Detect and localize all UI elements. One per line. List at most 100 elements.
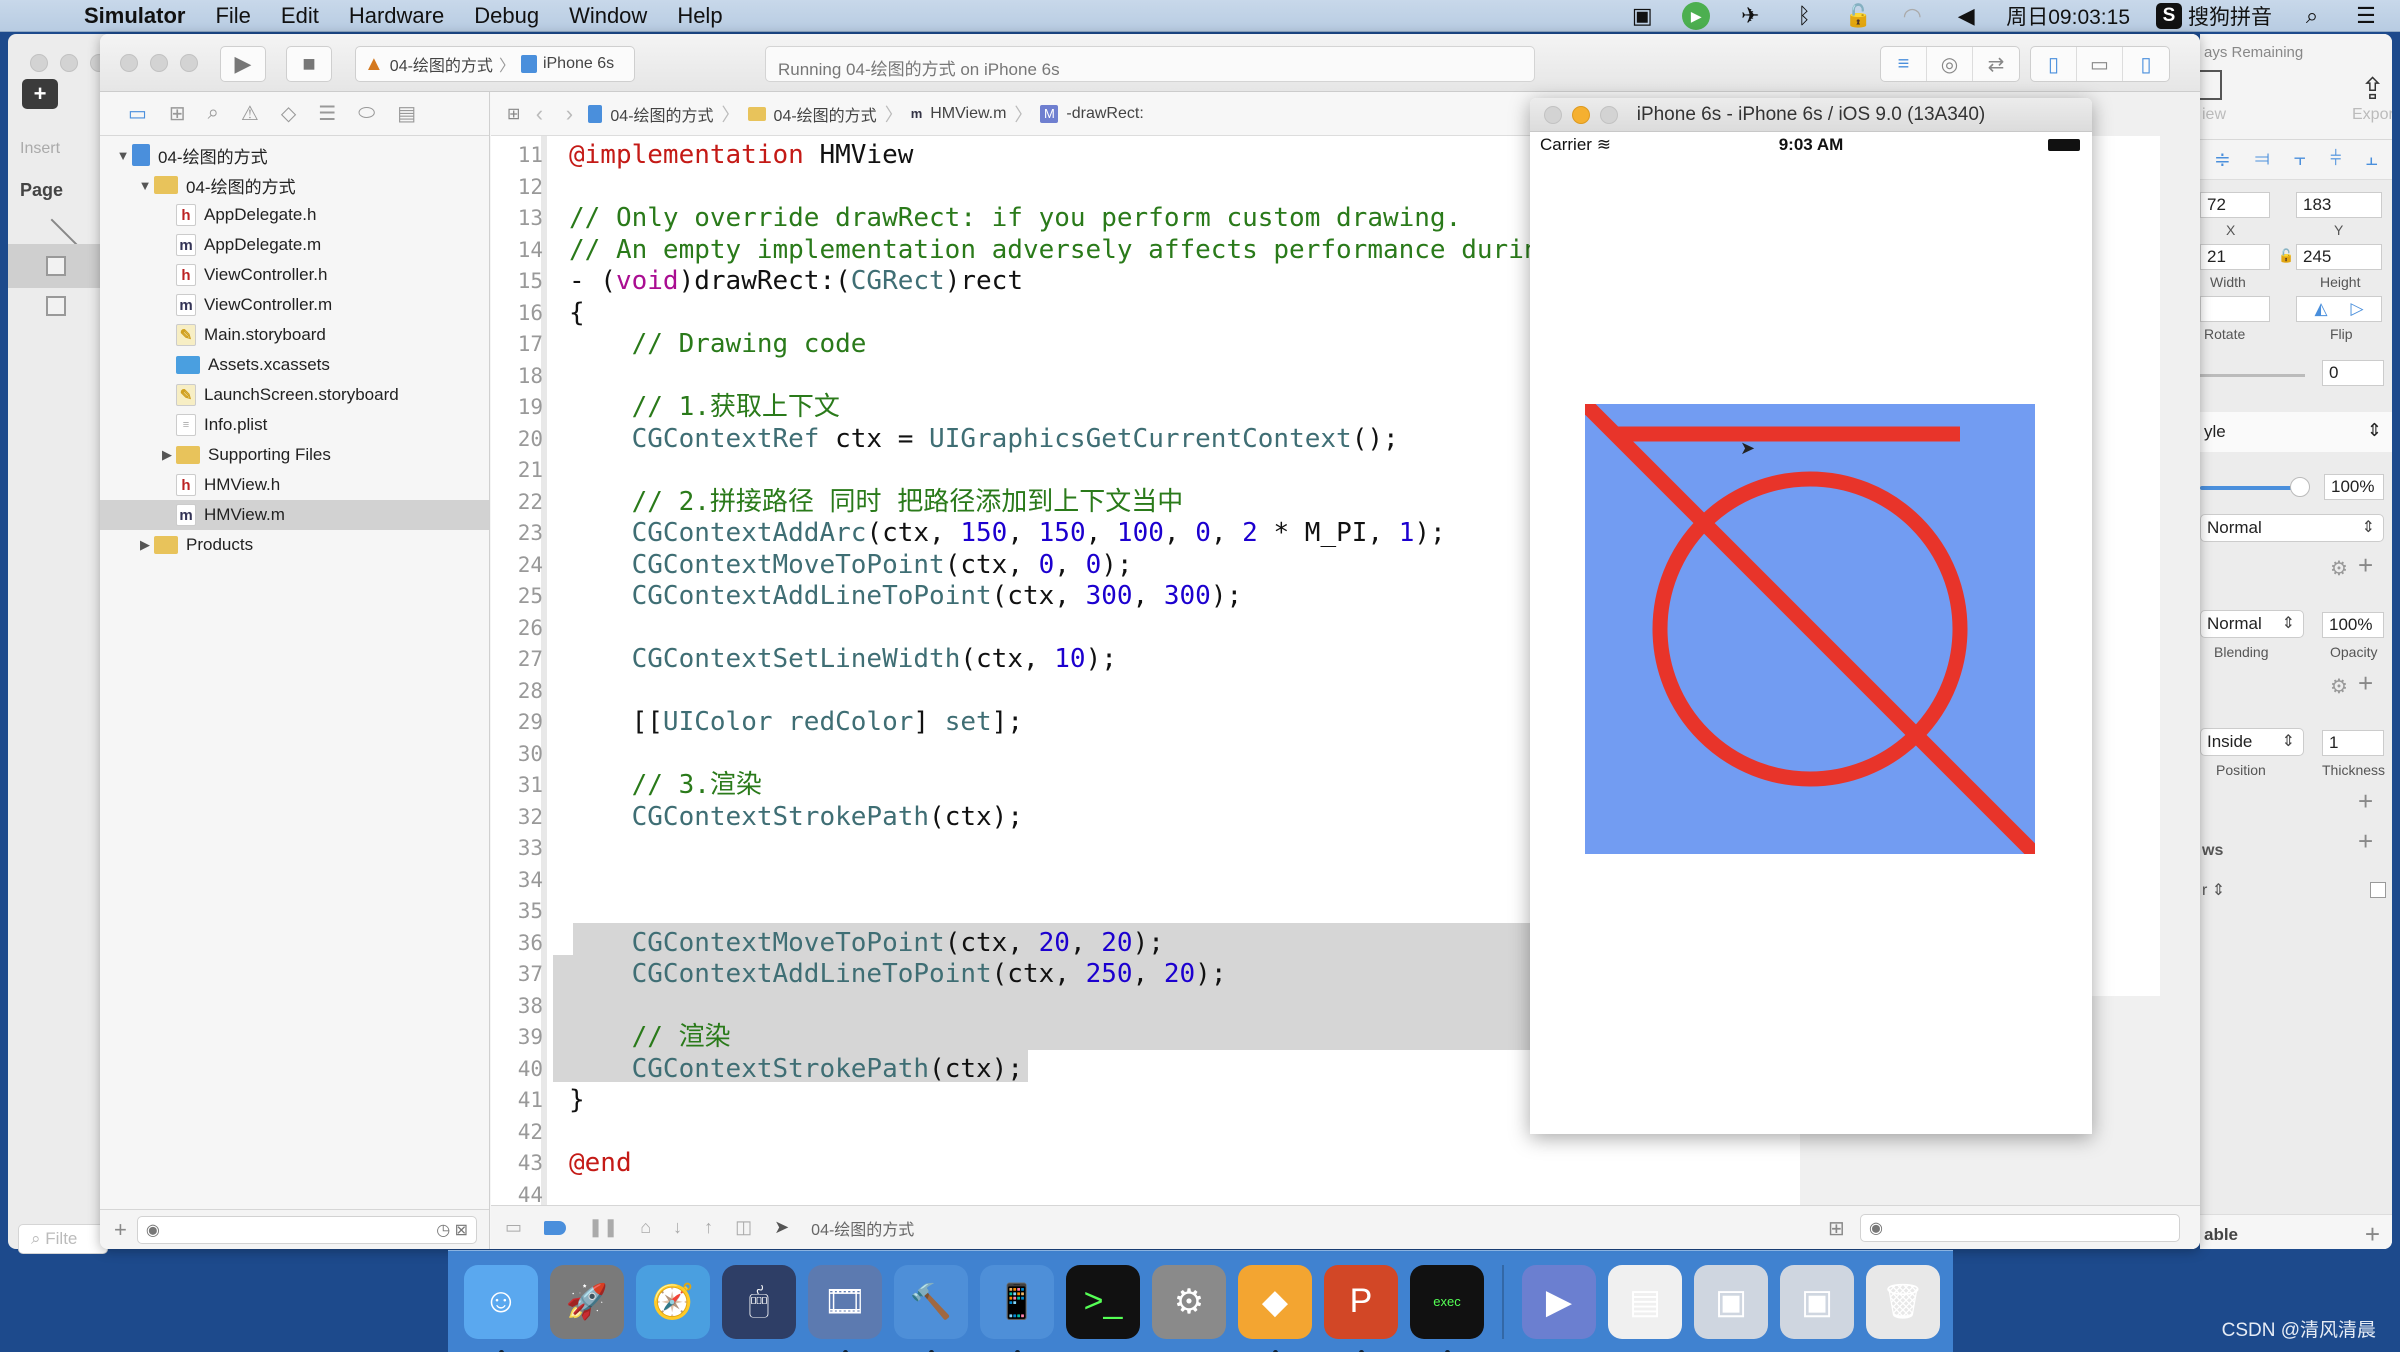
view-debugger-icon[interactable]: ◫ [735,1217,752,1238]
jumpbar-project[interactable]: 04-绘图的方式 [610,102,713,126]
notification-center-icon[interactable]: ☰ [2352,3,2380,29]
xcode-icon[interactable]: 🔨 [894,1264,968,1352]
back-arrow-icon[interactable]: ‹ [528,101,550,127]
add-export-icon[interactable]: + [2365,1219,2380,1249]
code-text[interactable]: { [569,298,585,330]
report-navigator-tab-icon[interactable]: ▤ [397,101,416,126]
align-top-icon[interactable]: ⫟ [2294,148,2306,171]
finder-icon[interactable]: ☺ [464,1264,538,1352]
menu-clock[interactable]: 周日09:03:15 [2006,1,2130,31]
add-fill-icon[interactable]: + [2358,550,2373,581]
jumpbar-file[interactable]: HMView.m [930,105,1006,123]
scheme-name[interactable]: 04-绘图的方式 [390,52,493,76]
fill-opacity-field[interactable]: 100% [2322,612,2384,638]
version-editor-icon[interactable]: ⇄ [1973,47,2019,81]
file-tree-item[interactable]: m HMView.m [100,500,489,530]
border-settings-gear-icon[interactable]: ⚙ [2330,674,2348,699]
line-number[interactable]: 16 [491,298,543,330]
sketch-icon[interactable]: ◆ [1238,1264,1312,1352]
file-tree-item[interactable]: ✎ LaunchScreen.storyboard [100,380,489,410]
fill-blending-select[interactable]: Normal ⇕ [2200,610,2304,638]
code-text[interactable]: CGContextRef ctx = UIGraphicsGetCurrentC… [569,424,1399,456]
line-number[interactable]: 21 [491,455,543,487]
filter-scope-icon[interactable]: ◉ [146,1220,160,1240]
file-tree-item[interactable]: h HMView.h [100,470,489,500]
airplane-icon[interactable]: ✈ [1736,3,1764,29]
code-text[interactable]: - (void)drawRect:(CGRect)rect [569,266,1023,298]
input-method[interactable]: S 搜狗拼音 [2156,1,2272,31]
line-number[interactable]: 35 [491,896,543,928]
code-text[interactable]: @end [569,1148,632,1180]
trash-icon[interactable]: 🗑 [1866,1264,1940,1339]
code-text[interactable]: } [569,1085,585,1117]
toggle-utilities-icon[interactable]: ▯ [2123,47,2169,81]
line-number[interactable]: 37 [491,959,543,991]
close-button[interactable] [1544,106,1562,124]
code-text[interactable]: CGContextStrokePath(ctx); [569,1054,1023,1086]
line-number[interactable]: 36 [491,928,543,960]
opacity-slider[interactable] [2200,486,2296,490]
flip-buttons[interactable]: ◭ ▷ [2296,296,2382,322]
layer-filter-input[interactable]: ⌕ Filte [18,1224,108,1254]
screen-record-icon[interactable]: ▣ [1628,3,1656,29]
line-number[interactable]: 19 [491,392,543,424]
minimize-button[interactable] [150,54,168,72]
wifi-icon[interactable]: ◠ [1898,3,1926,29]
code-text[interactable]: CGContextAddArc(ctx, 150, 150, 100, 0, 2… [569,518,1446,550]
insert-button[interactable]: + [22,79,58,109]
line-number[interactable]: 30 [491,739,543,771]
play-circle-icon[interactable]: ▶ [1682,2,1711,30]
issue-navigator-tab-icon[interactable]: ⚠ [241,101,259,126]
menu-file[interactable]: File [215,3,250,29]
code-text[interactable]: [[UIColor redColor] set]; [569,707,1023,739]
align-right-icon[interactable]: ⫤ [2255,148,2270,171]
border-position-select[interactable]: Inside ⇕ [2200,728,2304,756]
line-number[interactable]: 44 [491,1180,543,1206]
line-number[interactable]: 13 [491,203,543,235]
related-items-icon[interactable]: ⊞ [507,104,520,124]
add-border-icon[interactable]: + [2358,668,2373,699]
powerpoint-icon[interactable]: P [1324,1264,1398,1352]
line-number[interactable]: 28 [491,676,543,708]
file-tree-item[interactable]: h AppDelegate.h [100,200,489,230]
menu-window[interactable]: Window [569,3,647,29]
disclosure-open-icon[interactable]: ▼ [136,178,154,193]
line-number[interactable]: 31 [491,770,543,802]
code-text[interactable]: CGContextAddLineToPoint(ctx, 250, 20); [569,959,1227,991]
export-icon[interactable]: ⇪ [2360,72,2385,107]
screen-share-2-icon[interactable]: ▣ [1780,1264,1854,1339]
volume-icon[interactable]: ◀ [1952,3,1980,29]
code-text[interactable]: // 2.拼接路径 同时 把路径添加到上下文当中 [569,487,1184,519]
line-number[interactable]: 18 [491,361,543,393]
jumpbar-group[interactable]: 04-绘图的方式 [774,102,877,126]
toggle-debug-area-icon[interactable]: ▭ [2077,47,2123,81]
disclosure-open-icon[interactable]: ▼ [114,148,132,163]
line-number[interactable]: 32 [491,802,543,834]
menu-hardware[interactable]: Hardware [349,3,444,29]
stop-button[interactable]: ■ [286,46,332,82]
width-field[interactable]: 21 [2200,244,2270,270]
radius-field[interactable]: 0 [2322,360,2384,386]
code-text[interactable]: CGContextSetLineWidth(ctx, 10); [569,644,1117,676]
find-navigator-tab-icon[interactable]: ⌕ [208,102,219,125]
debug-target[interactable]: 04-绘图的方式 [811,1216,914,1240]
toggle-navigator-icon[interactable]: ▯ [2031,47,2077,81]
file-tree-item[interactable]: ▶ Supporting Files [100,440,489,470]
assistant-editor-icon[interactable]: ◎ [1927,47,1973,81]
rectangle-layer-icon[interactable] [46,256,66,276]
line-number[interactable]: 14 [491,235,543,267]
code-text[interactable]: @implementation HMView [569,140,913,172]
file-tree-item[interactable]: m AppDelegate.m [100,230,489,260]
line-number[interactable]: 41 [491,1085,543,1117]
file-tree-item[interactable]: m ViewController.m [100,290,489,320]
file-tree-item[interactable]: h ViewController.h [100,260,489,290]
code-text[interactable]: // 渲染 [569,1022,731,1054]
menu-debug[interactable]: Debug [474,3,539,29]
mouse-app-icon[interactable]: 🖱 [722,1264,796,1339]
step-over-icon[interactable]: ⌂ [640,1217,651,1238]
line-number[interactable]: 15 [491,266,543,298]
hide-debug-area-icon[interactable]: ▭ [505,1217,522,1238]
radius-slider[interactable] [2200,374,2305,377]
lock-icon[interactable]: 🔓 [1844,3,1872,29]
grid-view-icon[interactable]: ⊞ [1828,1216,1845,1241]
